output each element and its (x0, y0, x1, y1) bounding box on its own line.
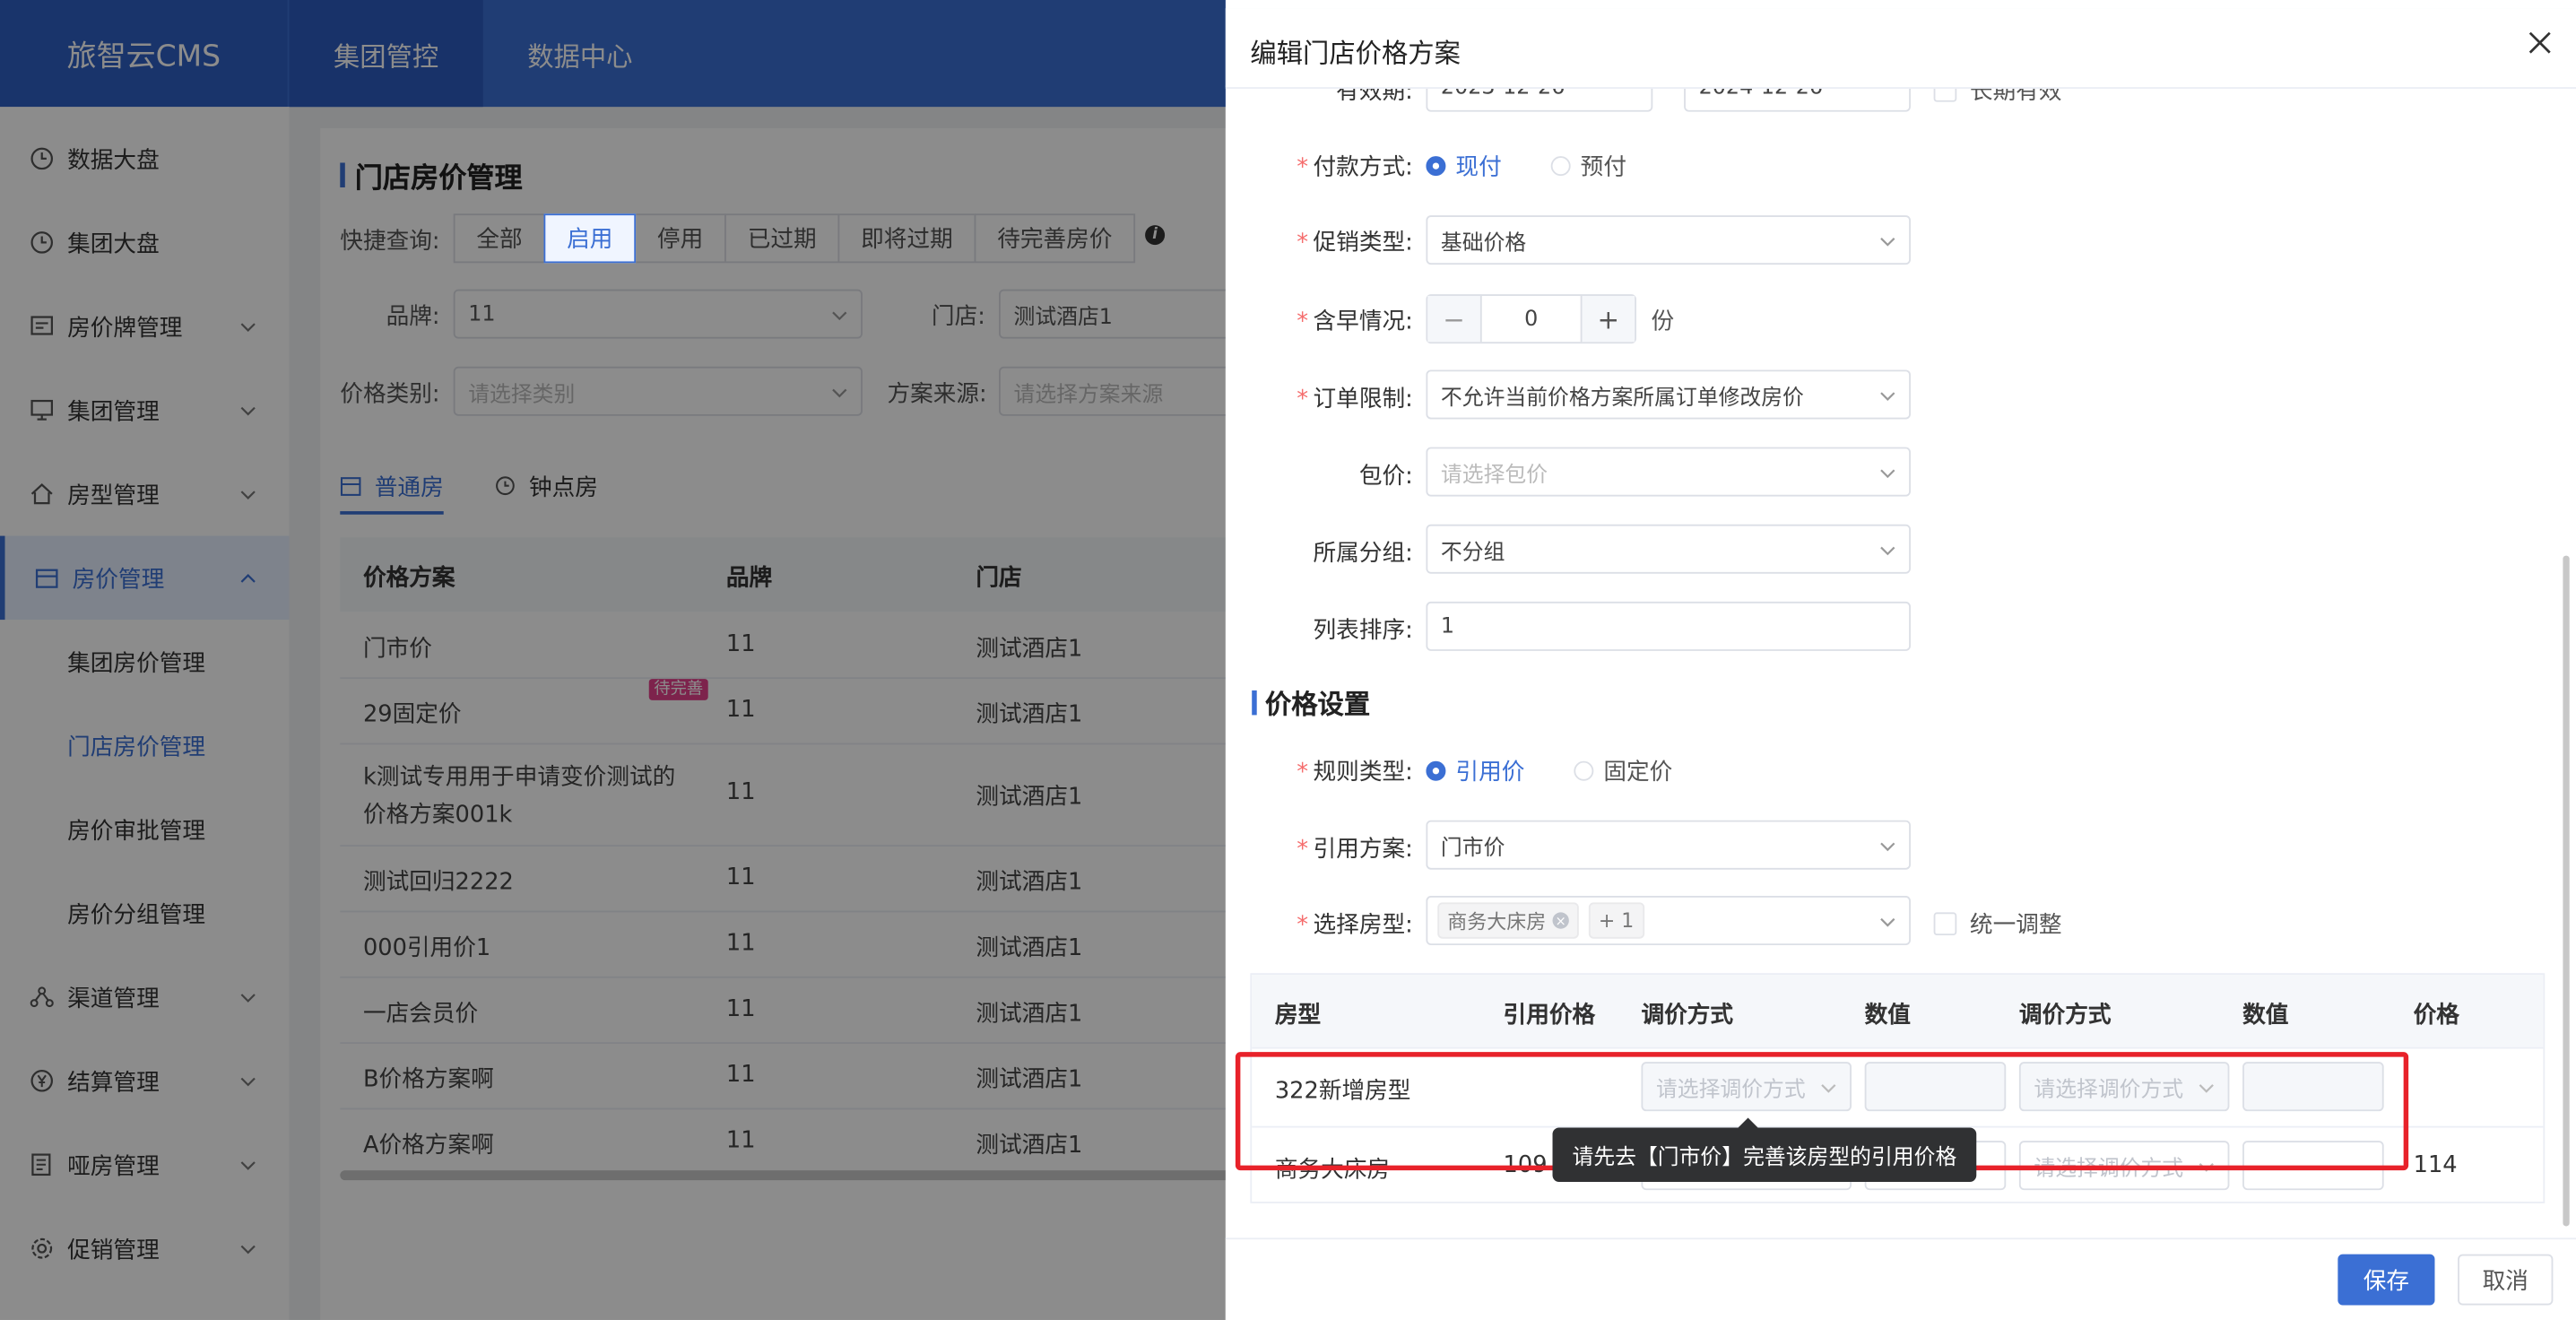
promo-select[interactable]: 基础价格 (1426, 215, 1911, 265)
checkbox-label: 统一调整 (1969, 912, 2062, 939)
promo-value: 基础价格 (1440, 230, 1527, 256)
decrement-button[interactable]: − (1427, 295, 1480, 343)
room-type-tag: 商务大床房 × (1437, 902, 1579, 939)
drawer-title: 编辑门店价格方案 (1250, 38, 1461, 69)
sort-input[interactable]: 1 (1426, 601, 1911, 651)
close-icon[interactable] (2527, 30, 2553, 56)
radio-circle (1426, 760, 1446, 781)
promo-label-text: 促销类型: (1313, 230, 1413, 256)
column-header: 价格 (2413, 1003, 2459, 1029)
chevron-down-icon (1879, 541, 1895, 565)
radio-label: 现付 (1455, 154, 1502, 181)
payment-radio-prepaid[interactable]: 预付 (1550, 150, 1626, 183)
breakfast-unit: 份 (1651, 308, 1675, 335)
package-select[interactable]: 请选择包价 (1426, 447, 1911, 497)
sort-label-text: 列表排序: (1313, 618, 1413, 645)
payment-radio-cash[interactable]: 现付 (1426, 150, 1502, 183)
sort-value: 1 (1440, 613, 1455, 639)
group-value: 不分组 (1440, 540, 1505, 565)
save-button[interactable]: 保存 (2337, 1254, 2435, 1306)
cell-price: 114 (2413, 1152, 2458, 1179)
ref-plan-value: 门市价 (1440, 836, 1505, 861)
column-header: 房型 (1274, 1003, 1322, 1029)
unify-adjust-checkbox[interactable]: 统一调整 (1933, 908, 2062, 941)
breakfast-label-text: 含早情况: (1313, 308, 1413, 335)
order-limit-label: * 订单限制: (1297, 386, 1413, 413)
drawer-header: 编辑门店价格方案 (1225, 8, 2576, 89)
quick-filter-enabled[interactable]: 启用 (543, 213, 637, 264)
chevron-down-icon (1879, 912, 1895, 936)
ref-plan-label-text: 引用方案: (1313, 837, 1413, 864)
cancel-button[interactable]: 取消 (2458, 1254, 2554, 1306)
radio-circle (1574, 760, 1594, 781)
radio-circle (1426, 156, 1446, 177)
ref-plan-label: * 引用方案: (1297, 837, 1413, 864)
drawer-top-edge (1225, 0, 2576, 9)
rule-type-label-text: 规则类型: (1313, 759, 1413, 786)
breakfast-stepper[interactable]: − 0 + (1426, 294, 1636, 344)
ref-plan-select[interactable]: 门市价 (1426, 820, 1911, 870)
breakfast-label: * 含早情况: (1297, 308, 1413, 335)
table-header: 房型 引用价格 调价方式 数值 调价方式 数值 价格 (1252, 975, 2544, 1047)
package-label: 包价: (1232, 458, 1413, 491)
payment-label-text: 付款方式: (1313, 154, 1413, 181)
package-label-text: 包价: (1358, 463, 1413, 491)
breakfast-value[interactable]: 0 (1479, 295, 1583, 343)
room-types-select[interactable]: 商务大床房 × + 1 (1426, 896, 1911, 946)
column-header: 调价方式 (2018, 1003, 2112, 1029)
rule-radio-fixed[interactable]: 固定价 (1574, 754, 1672, 787)
column-header: 数值 (1864, 1003, 1911, 1029)
order-limit-select[interactable]: 不允许当前价格方案所属订单修改房价 (1426, 369, 1911, 420)
more-tag: + 1 (1588, 902, 1644, 939)
group-label: 所属分组: (1232, 536, 1413, 569)
package-placeholder: 请选择包价 (1440, 463, 1548, 488)
group-select[interactable]: 不分组 (1426, 524, 1911, 574)
increment-button[interactable]: + (1582, 295, 1635, 343)
rule-radio-reference[interactable]: 引用价 (1426, 754, 1524, 787)
order-limit-value: 不允许当前价格方案所属订单修改房价 (1440, 385, 1804, 411)
column-header: 调价方式 (1641, 1003, 1734, 1029)
tooltip: 请先去【门市价】完善该房型的引用价格 (1552, 1117, 1977, 1182)
app-root: 旅智云CMS 集团管控 数据中心 数据大盘 集团大盘 房价牌管理 集团管理 房型… (0, 0, 2576, 1320)
tag-close-icon[interactable]: × (1552, 912, 1569, 929)
radio-label: 预付 (1580, 154, 1626, 181)
column-header: 引用价格 (1503, 1003, 1596, 1029)
radio-label: 固定价 (1603, 759, 1673, 786)
sort-label: 列表排序: (1232, 613, 1413, 647)
group-label-text: 所属分组: (1313, 541, 1413, 568)
price-settings-heading: 价格设置 (1252, 682, 1370, 722)
rule-type-label: * 规则类型: (1297, 759, 1413, 786)
chevron-down-icon (1879, 464, 1895, 488)
column-header: 数值 (2242, 1003, 2289, 1029)
modal-mask[interactable] (0, 0, 1226, 1320)
payment-label: * 付款方式: (1297, 154, 1413, 181)
radio-circle (1550, 156, 1571, 177)
chevron-down-icon (1879, 386, 1895, 411)
room-types-label: * 选择房型: (1297, 912, 1413, 939)
radio-label: 引用价 (1455, 759, 1525, 786)
drawer-scrollbar[interactable] (2563, 555, 2570, 1227)
chevron-down-icon (1879, 837, 1895, 861)
room-types-label-text: 选择房型: (1313, 912, 1413, 939)
checkbox-box (1933, 912, 1957, 936)
chevron-down-icon (1879, 231, 1895, 256)
order-limit-label-text: 订单限制: (1313, 386, 1413, 413)
tag-label: 商务大床房 (1447, 909, 1547, 934)
promo-label: * 促销类型: (1297, 230, 1413, 256)
